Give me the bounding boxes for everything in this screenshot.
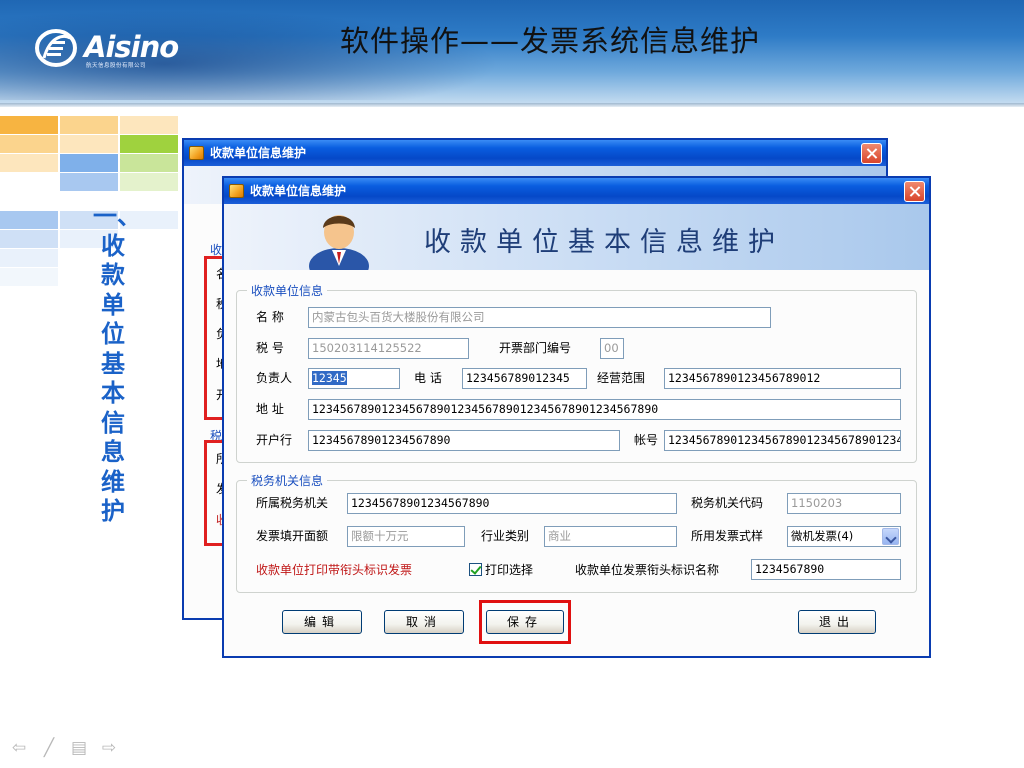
name-field[interactable]: 内蒙古包头百货大楼股份有限公司 <box>308 307 771 328</box>
print-header-label: 收款单位打印带衔头标识发票 <box>256 563 413 577</box>
dialog-title: 收款单位信息维护 <box>250 184 347 198</box>
dept-code-label: 开票部门编号 <box>499 341 572 355</box>
industry-label: 行业类别 <box>481 529 530 543</box>
section-title-char: 位 <box>101 320 125 348</box>
address-field[interactable]: 1234567890123456789012345678901234567890… <box>308 399 901 420</box>
tax-no-label: 税 号 <box>256 341 284 355</box>
scope-field[interactable]: 1234567890123456789012 <box>664 368 901 389</box>
account-field[interactable]: 1234567890123456789012345678901234567890… <box>664 430 901 451</box>
name-label: 名 称 <box>256 310 284 324</box>
aisino-logo: Aisino 航天信息股份有限公司 <box>34 24 194 74</box>
logo-wordmark: Aisino <box>84 30 179 64</box>
address-label: 地 址 <box>256 402 284 416</box>
menu-icon[interactable]: ▤ <box>68 738 90 758</box>
account-label: 帐号 <box>634 433 659 447</box>
save-highlight-box <box>479 600 571 644</box>
decorative-color-grid <box>0 116 180 286</box>
user-avatar-icon <box>309 215 369 270</box>
principal-value: 12345 <box>312 371 347 385</box>
tax-authority-legend: 税务机关信息 <box>247 473 328 489</box>
section-title-char: 款 <box>101 261 125 289</box>
section-title-char: 维 <box>101 467 125 496</box>
dept-code-field[interactable]: 00 <box>600 338 624 359</box>
principal-label: 负责人 <box>256 371 293 385</box>
slide-header: Aisino 航天信息股份有限公司 软件操作——发票系统信息维护 <box>0 0 1024 103</box>
logo-company-name: 航天信息股份有限公司 <box>86 63 147 69</box>
section-title-char: 本 <box>101 379 125 407</box>
exit-button[interactable]: 退出 <box>798 610 876 634</box>
bank-label: 开户行 <box>256 433 293 447</box>
chevron-down-icon[interactable] <box>882 528 899 545</box>
invoice-style-select[interactable]: 微机发票(4) <box>787 526 901 547</box>
close-icon[interactable] <box>904 181 925 202</box>
invoice-style-value: 微机发票(4) <box>791 529 854 543</box>
banner-title: 收款单位基本信息维护 <box>424 227 784 258</box>
authority-field[interactable]: 12345678901234567890 <box>347 493 677 514</box>
section-title-char: 基 <box>101 349 125 378</box>
dialog-titlebar[interactable]: 收款单位信息维护 <box>224 178 929 204</box>
section-title-char: 信 <box>101 408 125 437</box>
app-icon <box>229 184 244 198</box>
phone-label: 电 话 <box>414 371 442 385</box>
invoice-style-label: 所用发票式样 <box>691 529 764 543</box>
section-title-char: 护 <box>101 497 125 525</box>
app-icon <box>189 146 204 160</box>
pen-icon[interactable]: ╱ <box>38 738 60 758</box>
edit-button[interactable]: 编辑 <box>282 610 362 634</box>
prev-arrow-icon[interactable]: ⇦ <box>8 738 30 758</box>
limit-field[interactable]: 限额十万元 <box>347 526 465 547</box>
limit-label: 发票填开面额 <box>256 529 329 543</box>
dialog-banner: 收款单位基本信息维护 <box>224 204 929 270</box>
section-title-vertical: 一、 收 款 单 位 基 本 信 息 维 护 <box>93 202 141 527</box>
payee-info-dialog: 收款单位信息维护 收款单位基本信息维护 收款单位信息 名 称 内蒙古包头百货大楼… <box>222 176 931 658</box>
phone-field[interactable]: 123456789012345 <box>462 368 587 389</box>
tax-no-field[interactable]: 150203114125522 <box>308 338 469 359</box>
section-title-char: 一、 <box>93 202 141 230</box>
dialog-content: 收款单位信息 名 称 内蒙古包头百货大楼股份有限公司 税 号 150203114… <box>224 270 929 656</box>
authority-code-label: 税务机关代码 <box>691 496 764 510</box>
header-name-label: 收款单位发票衔头标识名称 <box>575 563 720 577</box>
back-dialog-title: 收款单位信息维护 <box>210 146 307 160</box>
scope-label: 经营范围 <box>597 371 646 385</box>
section-title-char: 息 <box>101 438 125 466</box>
authority-code-field[interactable]: 1150203 <box>787 493 901 514</box>
back-dialog-titlebar[interactable]: 收款单位信息维护 <box>184 140 886 166</box>
bank-field[interactable]: 12345678901234567890 <box>308 430 620 451</box>
print-option-checkbox[interactable] <box>469 563 482 576</box>
header-divider <box>0 103 1024 107</box>
aisino-logo-icon <box>35 29 77 67</box>
payee-info-legend: 收款单位信息 <box>247 283 328 299</box>
principal-field[interactable]: 12345 <box>308 368 400 389</box>
next-arrow-icon[interactable]: ⇨ <box>98 738 120 758</box>
section-title-char: 收 <box>101 231 125 260</box>
industry-field[interactable]: 商业 <box>544 526 677 547</box>
cancel-button[interactable]: 取消 <box>384 610 464 634</box>
slide-title: 软件操作——发票系统信息维护 <box>339 24 760 58</box>
authority-label: 所属税务机关 <box>256 496 329 510</box>
header-name-field[interactable]: 1234567890 <box>751 559 901 580</box>
section-title-char: 单 <box>101 290 125 319</box>
close-icon[interactable] <box>861 143 882 164</box>
print-option-label: 打印选择 <box>485 563 534 577</box>
